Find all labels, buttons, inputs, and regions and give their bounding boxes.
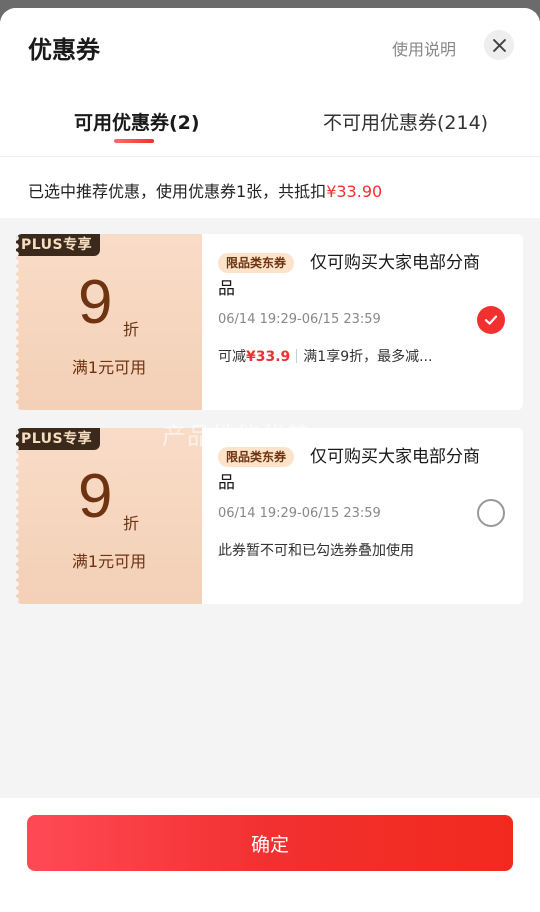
active-tab-indicator (114, 139, 154, 143)
tab-available-coupons[interactable]: 可用优惠券(2) (74, 108, 200, 135)
coupon-detail-panel: 仅可购买大家电部分商品 限品类东券 06/14 19:29-06/15 23:5… (202, 428, 523, 604)
coupon-description: 可减¥33.9 满1享9折，最多减... (218, 346, 432, 366)
sheet-title: 优惠券 (28, 36, 100, 64)
coupon-validity: 06/14 19:29-06/15 23:59 (218, 506, 381, 521)
plus-exclusive-tag: PLUS专享 (16, 234, 101, 256)
summary-amount: ¥33.90 (326, 182, 383, 201)
usage-threshold: 满1元可用 (71, 358, 147, 377)
discount-unit: 折 (123, 320, 140, 339)
discount-value: 9 (78, 268, 113, 337)
desc-separator (296, 349, 298, 363)
coupon-description: 此券暂不可和已勾选券叠加使用 (218, 543, 414, 559)
coupon-validity: 06/14 19:29-06/15 23:59 (218, 312, 381, 327)
desc-rest: 满1享9折，最多减... (303, 349, 433, 365)
selection-summary: 已选中推荐优惠，使用优惠券1张，共抵扣¥33.90 (28, 178, 382, 202)
coupon-type-badge: 限品类东券 (218, 253, 295, 273)
coupon-card[interactable]: PLUS专享 9 折 满1元可用 仅可购买大家电部分商品 限品类东券 06/14… (16, 234, 523, 410)
coupon-detail-panel: 仅可购买大家电部分商品 限品类东券 06/14 19:29-06/15 23:5… (202, 234, 523, 410)
close-button[interactable] (484, 30, 514, 60)
tab-divider (0, 156, 540, 157)
tab-unavailable-coupons[interactable]: 不可用优惠券(214) (323, 108, 488, 135)
close-icon (492, 38, 506, 52)
sheet-footer: 确定 (0, 798, 540, 912)
coupon-select-checkbox[interactable] (477, 499, 505, 527)
confirm-button[interactable]: 确定 (27, 815, 513, 871)
watermark-text: 产品性能优势 (162, 422, 312, 450)
checkmark-icon (484, 315, 498, 325)
desc-amount: ¥33.9 (246, 349, 291, 365)
discount-unit: 折 (123, 514, 140, 533)
coupon-select-checkbox[interactable] (477, 306, 505, 334)
discount-value: 9 (78, 462, 113, 531)
sheet-header: 优惠券 使用说明 可用优惠券(2) 不可用优惠券(214) 已选中推荐优惠，使用… (0, 8, 540, 218)
coupon-sheet: 优惠券 使用说明 可用优惠券(2) 不可用优惠券(214) 已选中推荐优惠，使用… (0, 8, 540, 912)
coupon-value-panel: PLUS专享 9 折 满1元可用 (16, 234, 202, 410)
desc-prefix: 可减 (218, 349, 246, 365)
plus-exclusive-tag: PLUS专享 (16, 428, 101, 450)
usage-threshold: 满1元可用 (71, 552, 147, 571)
coupon-card[interactable]: PLUS专享 9 折 满1元可用 仅可购买大家电部分商品 限品类东券 06/14… (16, 428, 523, 604)
summary-text: 已选中推荐优惠，使用优惠券1张，共抵扣 (28, 182, 327, 201)
coupon-value-panel: PLUS专享 9 折 满1元可用 (16, 428, 202, 604)
usage-instructions-link[interactable]: 使用说明 (392, 36, 456, 60)
